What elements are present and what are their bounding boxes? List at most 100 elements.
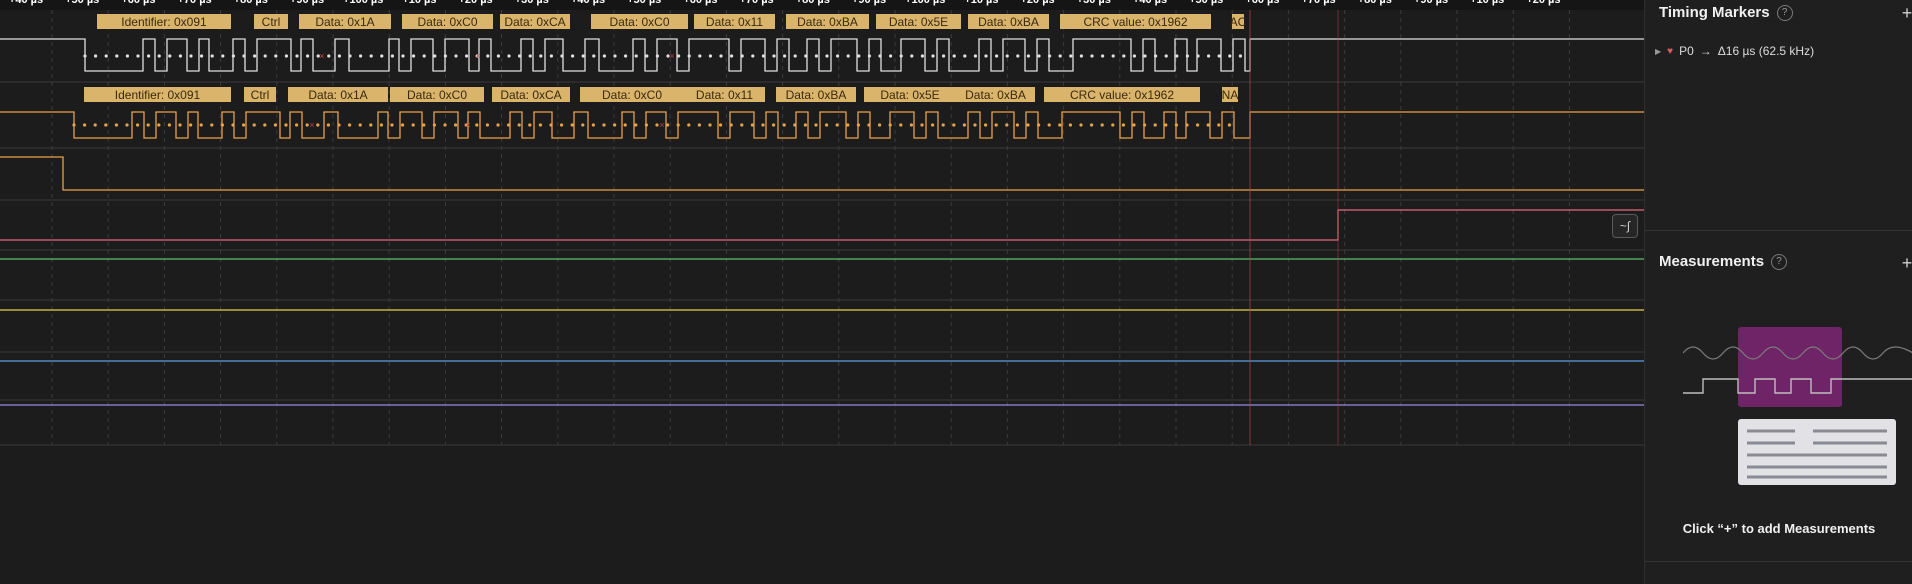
channel-0-sample-dot (1154, 54, 1158, 58)
channel-1-sample-dot (1196, 123, 1200, 127)
analyzer-toggle-button[interactable]: ~∫ (1612, 214, 1638, 238)
channel-0-waveform (0, 38, 1644, 72)
channel-1-sample-dot (1143, 123, 1147, 127)
channel-0-sample-dot (486, 54, 490, 58)
channel-0-sample-dot (306, 54, 310, 58)
channel-0-sample-dot (1101, 54, 1105, 58)
channel-0-sample-dot (507, 54, 511, 58)
channel-0-sample-dot (1238, 54, 1242, 58)
ruler-tick-label: +70 µs (740, 0, 774, 6)
channel-0-sample-dot (242, 54, 246, 58)
ch1-frame-label: Identifier: 0x091 (115, 88, 201, 102)
waveform-area[interactable]: +40 µs +50 µs +60 µs +70 µs +80 µs +90 µs +100… (0, 0, 1644, 584)
channel-1-sample-dot (485, 123, 489, 127)
channel-0-sample-dot (1058, 54, 1062, 58)
channel-1-sample-dot (634, 123, 638, 127)
channel-0-sample-dot (708, 54, 713, 58)
help-icon[interactable]: ? (1771, 253, 1788, 270)
channel-0-sample-dot (814, 54, 819, 58)
ch0-frame-label: Data: 0x1A (315, 15, 374, 29)
channel-0-sample-dot (496, 54, 500, 58)
stuff-bit-marker: × (659, 120, 664, 130)
help-icon[interactable]: ? (1776, 4, 1793, 21)
channel-2-waveform (0, 156, 1644, 191)
ruler-tick-label: +90 µs (290, 0, 324, 6)
channel-0-sample-dot (783, 54, 787, 58)
add-measurement-button[interactable]: + (1899, 254, 1912, 272)
channel-0-sample-dot (952, 54, 956, 58)
channel-1-sample-dot (867, 123, 871, 127)
channel-1-sample-dot (856, 123, 861, 127)
channel-0-sample-dot (1111, 54, 1115, 58)
ruler-tick-label: +20 µs (459, 0, 493, 6)
measurements-hint: Click “+” to add Measurements (1682, 521, 1876, 536)
channel-0-sample-dot (401, 54, 405, 58)
ch0-frame-label: Data: 0xC0 (417, 15, 477, 29)
channel-0-sample-dot (1175, 54, 1179, 58)
ch0-frame-label: Identifier: 0x091 (121, 15, 207, 29)
channel-0-sample-dot (231, 54, 235, 58)
channel-0-sample-dot (687, 54, 691, 58)
ruler-tick-label: +70 µs (1302, 0, 1336, 6)
channel-1-sample-dot (1047, 123, 1051, 127)
channel-0-sample-dot (931, 54, 935, 58)
channel-1-sample-dot (348, 123, 352, 127)
ruler-tick-label: +10 µs (1470, 0, 1504, 6)
channel-1-sample-dot (422, 123, 426, 127)
channel-1-sample-dot (1100, 123, 1104, 127)
ruler-tick-label: +70 µs (178, 0, 212, 6)
channel-1-sample-dot (443, 123, 447, 127)
channel-0-sample-dot (645, 54, 649, 58)
channel-1-sample-dot (952, 123, 956, 127)
ch1-frame-label: Ctrl (251, 88, 270, 102)
channel-0-sample-dot (1090, 54, 1094, 58)
channel-0-sample-dot (740, 54, 744, 58)
channel-1-sample-dot (740, 123, 744, 127)
channel-0-sample-dot (867, 54, 872, 58)
ruler-tick-label: +40 µs (571, 0, 605, 6)
ruler-tick-label: +20 µs (1021, 0, 1055, 6)
chevron-right-icon[interactable]: ▶ (1655, 47, 1661, 56)
channel-1-sample-dot (1111, 123, 1115, 127)
channel-0-sample-dot (1005, 54, 1009, 58)
channel-1-sample-dot (1185, 123, 1189, 127)
marker-item-p0[interactable]: ▶ ♥ P0 → Δ16 µs (62.5 kHz) (1655, 44, 1814, 58)
channel-0-sample-dot (963, 54, 967, 58)
channel-3-waveform (0, 209, 1644, 241)
stuff-bit-marker: × (475, 51, 480, 61)
channel-0-sample-dot (751, 54, 755, 58)
ruler-tick-label: +60 µs (683, 0, 717, 6)
channel-1-sample-dot (358, 123, 362, 127)
channel-1-sample-dot (1079, 123, 1083, 127)
ruler-tick-label: +60 µs (1245, 0, 1279, 6)
channel-1-sample-dot (507, 123, 511, 127)
channel-1-sample-dot (655, 123, 659, 127)
ruler-tick-label: +80 µs (234, 0, 268, 6)
channel-1-sample-dot (761, 123, 765, 127)
measurements-section: Measurements ? + Click “+” to add Measur… (1645, 231, 1912, 561)
side-panel: Timing Markers ? + ▶ ♥ P0 → Δ16 µs (62.5… (1644, 0, 1912, 584)
channel-1-sample-dot (825, 123, 829, 127)
ruler-tick-label: +30 µs (1077, 0, 1111, 6)
add-marker-button[interactable]: + (1899, 4, 1912, 22)
channel-0-sample-dot (528, 54, 532, 58)
channel-0-sample-dot (1196, 54, 1200, 58)
channel-1-sample-dot (390, 123, 394, 127)
channel-1-sample-dot (379, 123, 383, 127)
channel-0-sample-dot (836, 54, 840, 58)
marker-name: P0 (1679, 44, 1694, 58)
ch0-frame-label: Data: 0xBA (797, 15, 858, 29)
channel-1-sample-dot (263, 123, 267, 127)
channel-0-sample-dot (369, 54, 373, 58)
ch1-frame-label: Data: 0xCA (500, 88, 561, 102)
channel-0-sample-dot (465, 54, 469, 58)
ruler-tick-label: +10 µs (402, 0, 436, 6)
ruler-tick-label: +50 µs (1189, 0, 1223, 6)
ch0-frame-label: Ctrl (262, 15, 281, 29)
ch1-frame-label: NA (1222, 88, 1239, 102)
waveform-canvas[interactable]: +40 µs +50 µs +60 µs +70 µs +80 µs +90 µs +100… (0, 0, 1644, 584)
channel-0-sample-dot (210, 54, 214, 58)
channel-1-sample-dot (581, 123, 585, 127)
channel-0-sample-dot (147, 54, 151, 58)
ruler-tick-label: +50 µs (65, 0, 99, 6)
